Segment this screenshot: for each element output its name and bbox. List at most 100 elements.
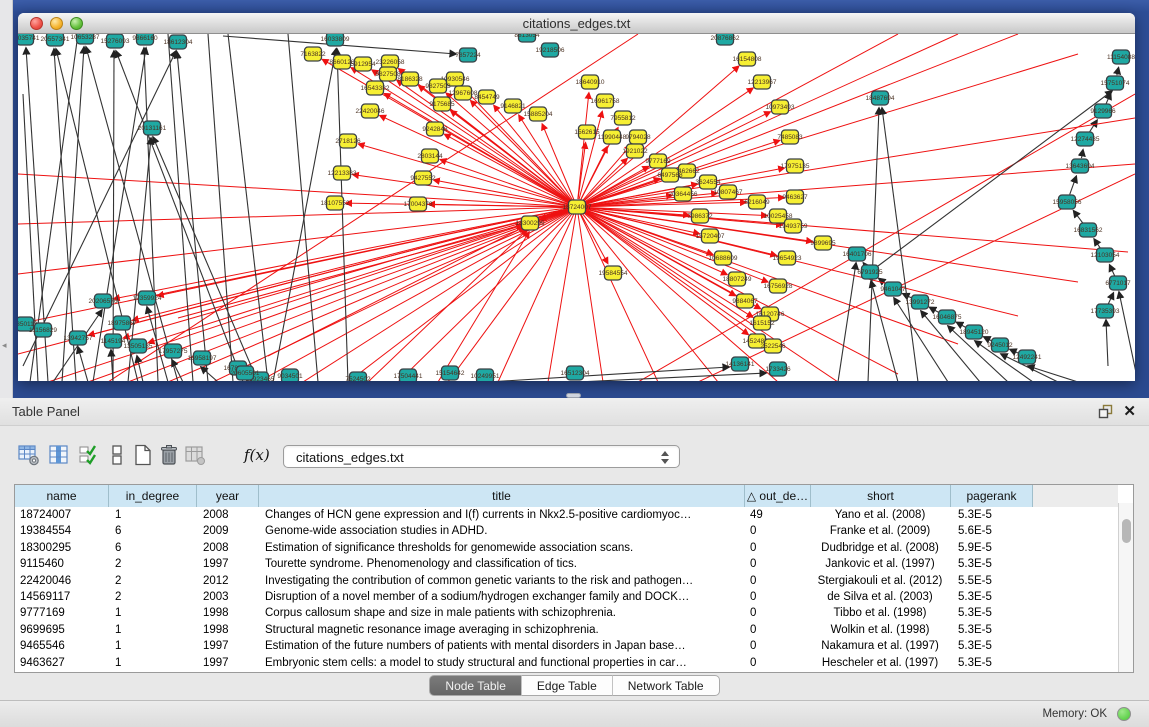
function-builder-icon[interactable]: f(x) xyxy=(244,446,270,464)
graph-node[interactable]: 1145194 xyxy=(101,334,126,348)
tab-network-table[interactable]: Network Table xyxy=(613,675,720,696)
graph-edge[interactable] xyxy=(18,174,577,207)
graph-node[interactable]: 19584554 xyxy=(599,266,628,280)
graph-node[interactable]: 9245012 xyxy=(987,338,1013,352)
graph-edge[interactable] xyxy=(577,54,1078,207)
graph-edge[interactable] xyxy=(23,94,38,381)
row-options-icon[interactable] xyxy=(106,444,128,466)
graph-edge[interactable] xyxy=(78,347,88,381)
graph-node[interactable]: 17735393 xyxy=(1091,304,1120,318)
graph-edge[interactable] xyxy=(303,207,577,381)
graph-node[interactable]: 12213967 xyxy=(748,75,777,89)
graph-node[interactable]: 9794028 xyxy=(625,130,651,144)
graph-edge[interactable] xyxy=(1074,211,1084,224)
graph-node[interactable]: 14136141 xyxy=(726,357,755,371)
graph-node[interactable]: 9884067 xyxy=(732,294,758,308)
tab-node-table[interactable]: Node Table xyxy=(429,675,522,696)
graph-node[interactable]: 8813054 xyxy=(514,34,540,42)
graph-node[interactable]: 9866160 xyxy=(132,34,158,45)
graph-node[interactable]: 9242848 xyxy=(422,122,448,136)
graph-node[interactable]: 7485083 xyxy=(777,130,803,144)
graph-edge[interactable] xyxy=(1070,176,1077,194)
graph-node[interactable]: 1733426 xyxy=(765,362,791,376)
network-graph-canvas[interactable]: 1872400771638228660128591295423226058982… xyxy=(18,34,1135,381)
graph-node[interactable]: 11154088 xyxy=(1107,50,1135,64)
column-header-name[interactable]: name xyxy=(15,485,109,507)
graph-edge[interactable] xyxy=(488,367,729,381)
graph-node[interactable]: 16831562 xyxy=(1074,223,1103,237)
graph-edge[interactable] xyxy=(48,207,577,381)
graph-node[interactable]: 9146821 xyxy=(500,99,526,113)
graph-edge[interactable] xyxy=(56,49,138,381)
graph-node[interactable]: 10653287 xyxy=(71,34,100,44)
tab-edge-table[interactable]: Edge Table xyxy=(522,675,613,696)
graph-node[interactable]: 8454749 xyxy=(474,90,500,104)
column-visibility-icon[interactable] xyxy=(48,444,70,466)
graph-node[interactable]: 13643694 xyxy=(1066,159,1095,173)
column-header-in_degree[interactable]: in_degree xyxy=(109,485,197,507)
graph-edge[interactable] xyxy=(577,207,1128,252)
graph-node[interactable]: 9427552 xyxy=(410,171,436,185)
graph-edge[interactable] xyxy=(583,159,627,202)
graph-node[interactable]: 16961758 xyxy=(591,94,620,108)
graph-node[interactable]: 15720407 xyxy=(696,229,725,243)
table-row[interactable]: 1830029562008Estimation of significance … xyxy=(15,540,1118,556)
table-row[interactable]: 969969511998Structural magnetic resonanc… xyxy=(15,622,1118,638)
graph-node[interactable]: 12274435 xyxy=(1071,132,1100,146)
graph-node[interactable]: 20557341 xyxy=(41,34,70,46)
graph-node[interactable]: 7955812 xyxy=(610,111,636,125)
graph-edge[interactable] xyxy=(440,160,569,205)
graph-node[interactable]: 16154808 xyxy=(733,52,762,66)
graph-edge[interactable] xyxy=(348,207,577,381)
graph-edge[interactable] xyxy=(1028,366,1078,381)
graph-node[interactable]: 9461047 xyxy=(880,282,906,296)
graph-node[interactable]: 8186328 xyxy=(397,72,423,86)
graph-node[interactable]: 9034501 xyxy=(277,369,303,381)
graph-node[interactable]: 20131161 xyxy=(138,121,167,135)
graph-node[interactable]: 12213383 xyxy=(328,166,357,180)
column-header-short[interactable]: short xyxy=(811,485,951,507)
table-row[interactable]: 2242004622012Investigating the contribut… xyxy=(15,573,1118,589)
column-header-title[interactable]: title xyxy=(259,485,745,507)
graph-edge[interactable] xyxy=(337,49,348,381)
graph-node[interactable]: 2522546 xyxy=(760,339,786,353)
graph-node[interactable]: 18640910 xyxy=(576,75,605,89)
graph-edge[interactable] xyxy=(577,164,1135,207)
graph-node[interactable]: 1562615 xyxy=(574,125,600,139)
table-settings-icon[interactable] xyxy=(18,444,40,466)
graph-edge[interactable] xyxy=(1110,265,1115,276)
import-table-icon[interactable] xyxy=(184,444,206,466)
graph-node[interactable]: 16046875 xyxy=(933,310,962,324)
table-row[interactable]: 1938455462009Genome-wide association stu… xyxy=(15,523,1118,539)
graph-node[interactable]: 9463627 xyxy=(782,190,808,204)
graph-edge[interactable] xyxy=(18,207,577,224)
graph-node[interactable]: 6216049 xyxy=(744,195,770,209)
graph-node[interactable]: 15958056 xyxy=(1053,195,1082,209)
graph-edge[interactable] xyxy=(18,207,577,274)
graph-node[interactable]: 7857224 xyxy=(455,48,481,62)
graph-node[interactable]: 15885204 xyxy=(524,107,553,121)
graph-edge[interactable] xyxy=(208,34,233,381)
graph-edge[interactable] xyxy=(1081,150,1083,158)
graph-edge[interactable] xyxy=(228,34,268,381)
select-columns-icon[interactable] xyxy=(78,444,100,466)
graph-edge[interactable] xyxy=(86,47,178,381)
graph-node[interactable]: 10249951 xyxy=(471,369,500,381)
graph-edge[interactable] xyxy=(1089,120,1097,132)
column-header-out_de[interactable]: △ out_de… xyxy=(745,485,811,507)
graph-node[interactable]: 9899695 xyxy=(810,236,836,250)
graph-edge[interactable] xyxy=(116,51,243,381)
graph-node[interactable]: 2718126 xyxy=(335,134,361,148)
graph-node[interactable]: 17504441 xyxy=(394,369,423,381)
network-window-titlebar[interactable]: citations_edges.txt xyxy=(18,13,1135,34)
graph-edge[interactable] xyxy=(577,207,603,381)
graph-node[interactable]: 17359924 xyxy=(133,291,162,305)
graph-node[interactable]: 1921022 xyxy=(622,144,648,158)
graph-edge[interactable] xyxy=(577,207,658,381)
graph-edge[interactable] xyxy=(838,263,856,381)
table-row[interactable]: 946362711997Embryonic stem cells: a mode… xyxy=(15,655,1118,671)
table-selector-dropdown[interactable]: citations_edges.txt xyxy=(283,445,680,468)
column-header-year[interactable]: year xyxy=(197,485,259,507)
graph-node[interactable]: 18975867 xyxy=(108,316,137,330)
graph-node[interactable]: 6771017 xyxy=(1105,276,1131,290)
